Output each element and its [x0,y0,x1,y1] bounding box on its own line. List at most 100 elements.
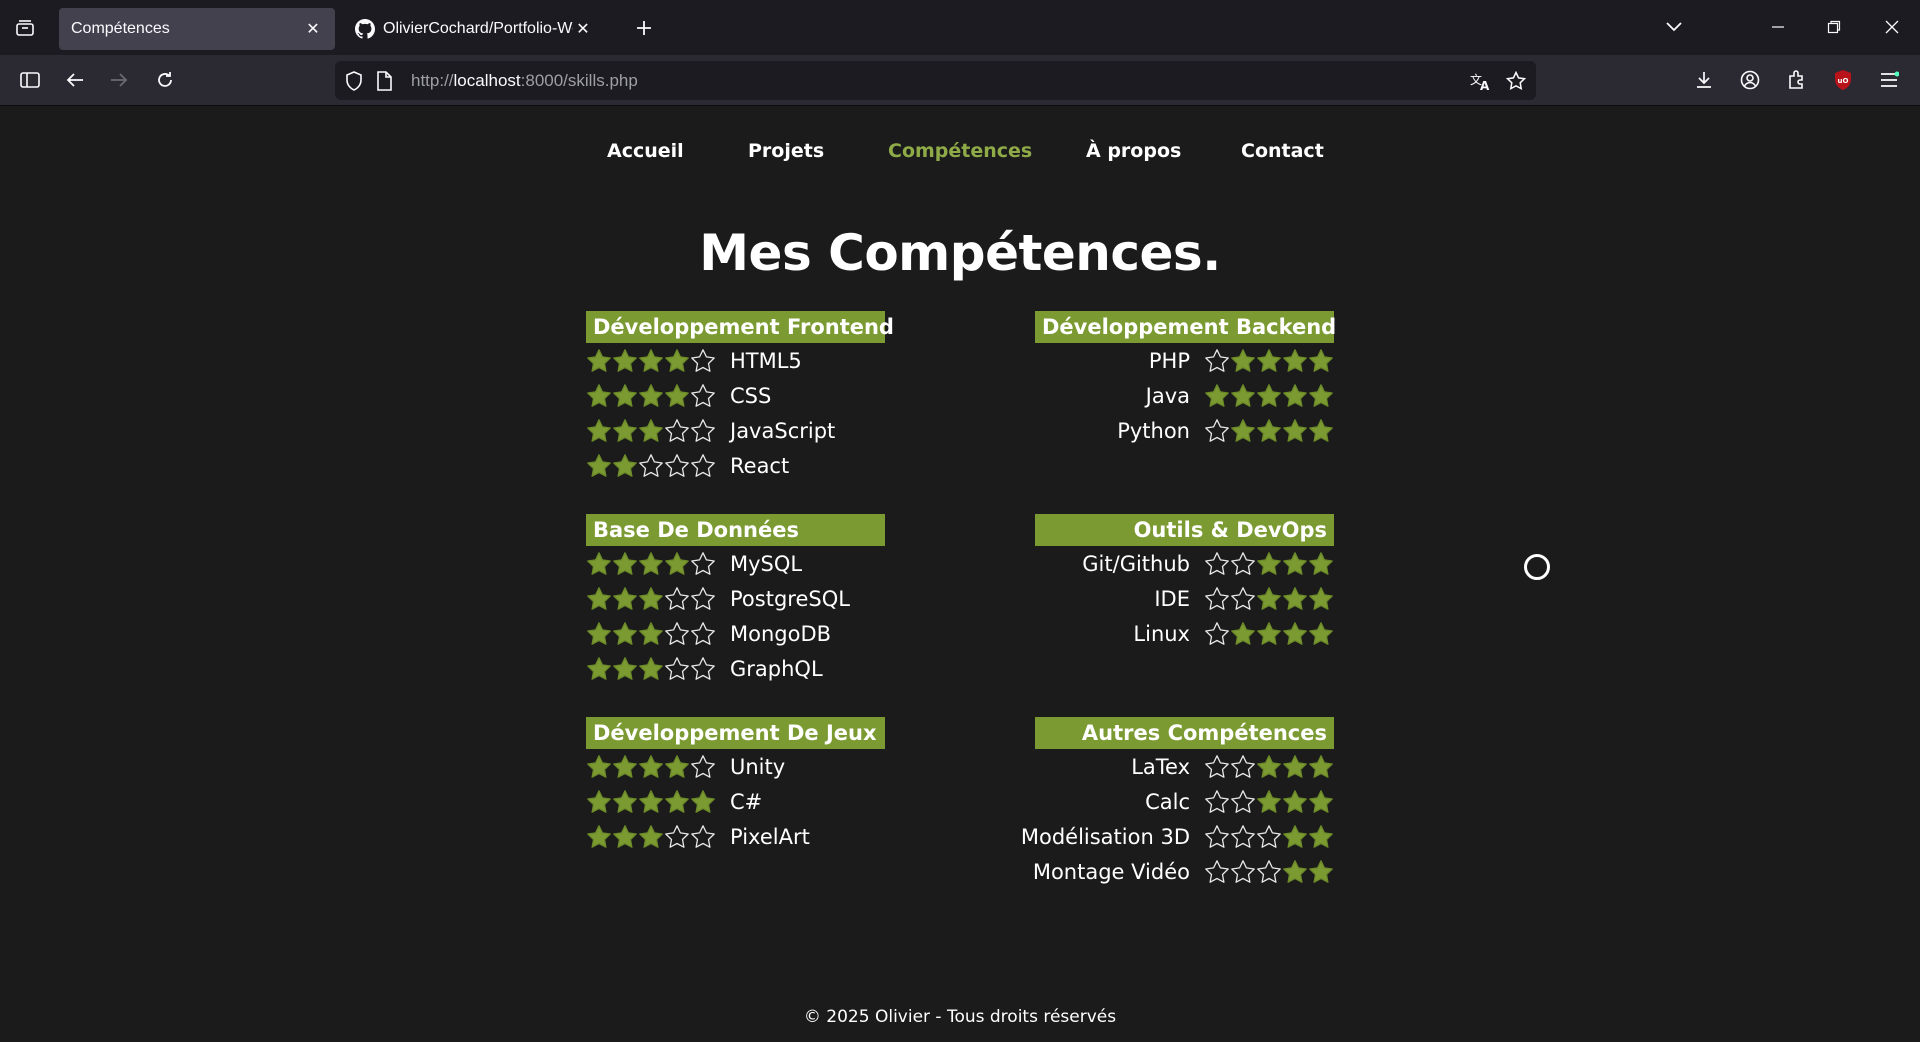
star-rating [1204,585,1334,613]
star-empty-icon [1205,790,1229,813]
skill-row: CSS [586,380,771,412]
url-host: localhost [453,71,521,90]
skill-row: Montage Vidéo [1033,856,1334,888]
star-filled-icon [639,825,663,848]
star-filled-icon [1205,384,1229,407]
account-icon[interactable] [1735,65,1765,95]
skill-name: Python [1117,419,1190,443]
star-filled-icon [1257,552,1281,575]
skill-name: React [730,454,790,478]
star-filled-icon [587,419,611,442]
star-filled-icon [1309,622,1333,645]
ublock-origin-icon[interactable]: uO [1828,65,1858,95]
nav-link-projets[interactable]: Projets [748,140,824,162]
skill-name: PostgreSQL [730,587,850,611]
star-filled-icon [587,657,611,680]
star-filled-icon [1309,349,1333,372]
translate-icon[interactable]: 文A [1470,70,1492,92]
downloads-icon[interactable] [1689,65,1719,95]
new-tab-icon[interactable] [630,14,658,42]
star-filled-icon [587,825,611,848]
svg-text:uO: uO [1838,77,1849,85]
nav-link-competences[interactable]: Compétences [888,140,1032,162]
tab-github[interactable]: OlivierCochard/Portfolio-Websi ✕ [343,8,605,50]
star-filled-icon [1309,587,1333,610]
bookmark-star-icon[interactable] [1505,70,1527,92]
skill-name: PixelArt [730,825,810,849]
star-empty-icon [1231,790,1255,813]
star-empty-icon [691,419,715,442]
star-filled-icon [1257,755,1281,778]
star-empty-icon [691,552,715,575]
close-tab-icon[interactable]: ✕ [303,19,323,39]
star-filled-icon [613,622,637,645]
category-header: Outils & DevOps [1035,514,1334,546]
close-window-icon[interactable] [1874,12,1910,42]
star-filled-icon [587,454,611,477]
star-filled-icon [1283,419,1307,442]
star-empty-icon [1231,755,1255,778]
star-filled-icon [639,790,663,813]
star-empty-icon [691,349,715,372]
star-empty-icon [1205,860,1229,883]
shield-icon[interactable] [343,70,365,92]
skill-row: Modélisation 3D [1021,821,1334,853]
star-filled-icon [613,419,637,442]
forward-icon[interactable] [104,65,134,95]
sidebar-icon[interactable] [15,65,45,95]
extensions-icon[interactable] [1781,65,1811,95]
star-filled-icon [587,587,611,610]
url-text[interactable]: http://localhost:8000/skills.php [411,71,638,91]
content-divider [0,105,1920,106]
skill-name: PHP [1148,349,1190,373]
tab-title: Compétences [71,20,170,37]
skill-row: GraphQL [586,653,823,685]
star-rating [586,585,716,613]
skill-name: JavaScript [730,419,836,443]
page-title: Mes Compétences. [699,224,1221,282]
star-filled-icon [613,454,637,477]
star-empty-icon [691,384,715,407]
nav-link-contact[interactable]: Contact [1241,140,1324,162]
star-filled-icon [665,552,689,575]
reload-icon[interactable] [150,65,180,95]
star-filled-icon [1283,622,1307,645]
star-empty-icon [665,587,689,610]
category-header: Base De Données [586,514,885,546]
tab-list-icon[interactable] [10,14,40,42]
back-icon[interactable] [60,65,90,95]
star-empty-icon [1231,587,1255,610]
nav-link-accueil[interactable]: Accueil [607,140,684,162]
nav-link-a-propos[interactable]: À propos [1086,140,1181,162]
star-empty-icon [1231,552,1255,575]
skill-name: Calc [1145,790,1190,814]
skill-row: Java [1146,380,1334,412]
minimize-icon[interactable] [1760,12,1796,42]
star-filled-icon [1283,587,1307,610]
skill-row: HTML5 [586,345,802,377]
tab-competences[interactable]: Compétences ✕ [59,8,335,50]
page-icon[interactable] [373,70,395,92]
star-filled-icon [1257,349,1281,372]
skill-row: LaTex [1131,751,1334,783]
restore-icon[interactable] [1816,12,1852,42]
star-filled-icon [613,825,637,848]
url-scheme: http:// [411,71,454,90]
github-icon [355,19,375,39]
star-filled-icon [639,384,663,407]
star-rating [586,550,716,578]
star-rating [586,347,716,375]
star-filled-icon [665,349,689,372]
category-header: Autres Compétences [1035,717,1334,749]
category-header: Développement De Jeux [586,717,885,749]
menu-icon[interactable] [1874,65,1904,95]
star-filled-icon [665,384,689,407]
close-tab-icon[interactable]: ✕ [573,19,593,39]
address-bar[interactable]: http://localhost:8000/skills.php 文A [335,61,1536,100]
skill-row: MongoDB [586,618,831,650]
skill-row: JavaScript [586,415,835,447]
list-all-tabs-icon[interactable] [1656,12,1692,42]
skill-row: Linux [1133,618,1334,650]
star-filled-icon [1309,755,1333,778]
star-rating [1204,788,1334,816]
